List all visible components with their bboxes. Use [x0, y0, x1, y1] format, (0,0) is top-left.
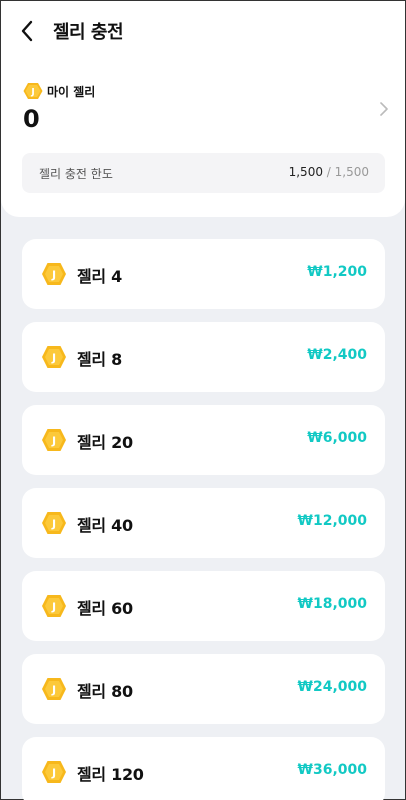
page-title: 젤리 충전: [53, 22, 124, 43]
my-jelly-count: 0: [23, 105, 40, 133]
my-jelly-label: 마이 젤리: [47, 84, 96, 99]
product-price: ₩12,000: [297, 513, 367, 529]
jelly-product-item[interactable]: J 젤리 60 ₩18,000: [22, 571, 385, 641]
svg-text:J: J: [30, 88, 34, 98]
jelly-product-item[interactable]: J 젤리 80 ₩24,000: [22, 654, 385, 724]
svg-text:J: J: [51, 767, 56, 780]
product-name: 젤리 4: [77, 267, 122, 286]
svg-text:J: J: [51, 435, 56, 448]
chevron-right-icon: [380, 102, 388, 116]
product-price: ₩24,000: [297, 679, 367, 695]
header: 젤리 충전: [1, 1, 405, 61]
back-arrow-icon: [21, 20, 33, 42]
product-name: 젤리 120: [77, 765, 144, 784]
charge-limit-box: 젤리 충전 한도 1,500 / 1,500: [22, 153, 385, 193]
product-name: 젤리 8: [77, 350, 122, 369]
charge-limit-current: 1,500: [288, 165, 323, 179]
product-price: ₩2,400: [307, 347, 367, 363]
jelly-product-list: J 젤리 4 ₩1,200 J 젤리 8 ₩2,400 J 젤리 20 ₩6,0…: [22, 239, 385, 800]
jelly-coin-icon: J: [23, 83, 43, 99]
charge-limit-values: 1,500 / 1,500: [289, 165, 369, 179]
product-price: ₩36,000: [297, 762, 367, 778]
charge-limit-max: 1,500: [334, 165, 369, 179]
jelly-product-item[interactable]: J 젤리 20 ₩6,000: [22, 405, 385, 475]
svg-text:J: J: [51, 518, 56, 531]
jelly-coin-icon: J: [42, 429, 66, 451]
charge-limit-separator: /: [322, 165, 335, 179]
product-name: 젤리 80: [77, 682, 133, 701]
svg-text:J: J: [51, 352, 56, 365]
jelly-coin-icon: J: [42, 595, 66, 617]
jelly-coin-icon: J: [42, 678, 66, 700]
charge-limit-label: 젤리 충전 한도: [39, 167, 113, 181]
jelly-product-item[interactable]: J 젤리 40 ₩12,000: [22, 488, 385, 558]
jelly-product-item[interactable]: J 젤리 4 ₩1,200: [22, 239, 385, 309]
jelly-product-item[interactable]: J 젤리 120 ₩36,000: [22, 737, 385, 800]
product-name: 젤리 20: [77, 433, 133, 452]
my-jelly-section[interactable]: J 마이 젤리 0: [23, 81, 393, 137]
product-name: 젤리 40: [77, 516, 133, 535]
jelly-coin-icon: J: [42, 263, 66, 285]
jelly-coin-icon: J: [42, 512, 66, 534]
product-price: ₩6,000: [307, 430, 367, 446]
jelly-coin-icon: J: [42, 346, 66, 368]
jelly-coin-icon: J: [42, 761, 66, 783]
product-name: 젤리 60: [77, 599, 133, 618]
svg-text:J: J: [51, 684, 56, 697]
top-card: 젤리 충전 J 마이 젤리 0 젤리 충전 한도 1,500 / 1,500: [1, 1, 405, 217]
product-price: ₩18,000: [297, 596, 367, 612]
product-price: ₩1,200: [307, 264, 367, 280]
svg-text:J: J: [51, 601, 56, 614]
back-button[interactable]: [15, 17, 39, 45]
svg-text:J: J: [51, 269, 56, 282]
jelly-product-item[interactable]: J 젤리 8 ₩2,400: [22, 322, 385, 392]
